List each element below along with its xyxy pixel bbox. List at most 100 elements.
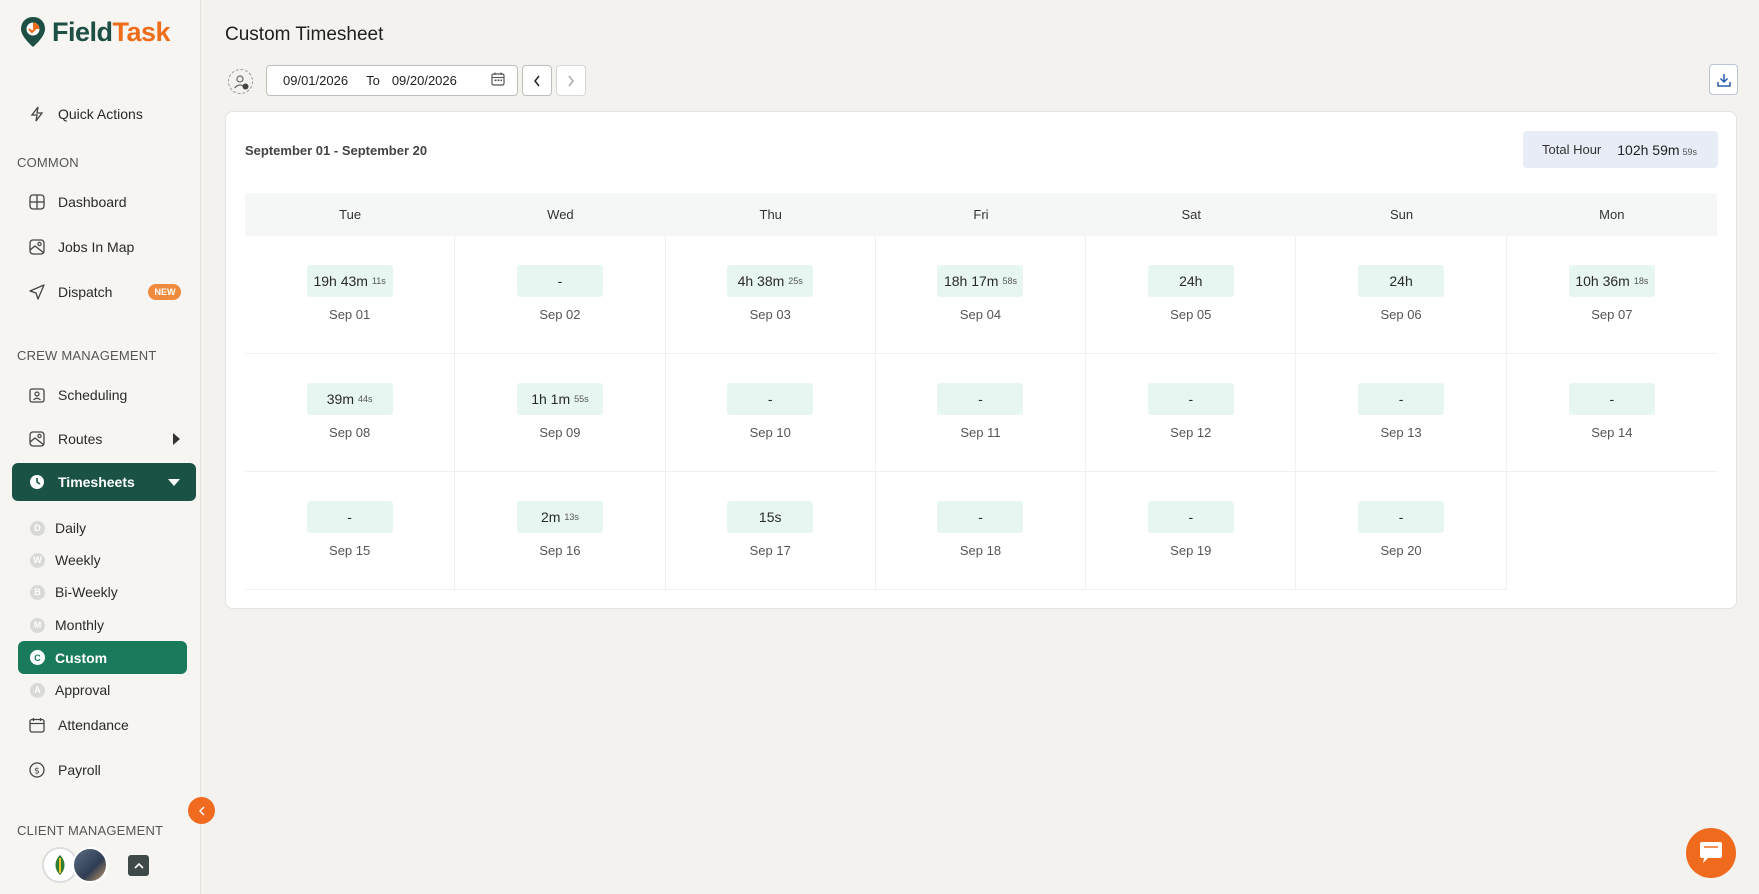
day-cell: 1h 1m 55s Sep 09 (455, 354, 666, 472)
sidebar-subitem-bi-weekly[interactable]: B Bi-Weekly (18, 577, 187, 607)
day-hours-pill[interactable]: 1h 1m 55s (516, 383, 603, 415)
day-date-label: Sep 06 (1380, 307, 1422, 322)
day-hours-value: - (1398, 509, 1404, 525)
user-avatar[interactable] (72, 847, 108, 883)
section-crew-management: CREW MANAGEMENT (17, 348, 157, 363)
day-hours-pill[interactable]: - (1568, 383, 1655, 415)
letter-a-icon: A (30, 682, 45, 698)
day-cell: 2m 13s Sep 16 (455, 472, 666, 590)
day-hours-seconds: 58s (1002, 276, 1017, 286)
user-filter-button[interactable] (228, 69, 253, 94)
day-cell: - Sep 10 (665, 354, 876, 472)
clock-icon (28, 473, 46, 491)
day-cell: - Sep 20 (1296, 472, 1507, 590)
sidebar-subitem-daily[interactable]: D Daily (18, 513, 187, 543)
day-hours-pill[interactable]: - (1358, 383, 1445, 415)
day-date-label: Sep 20 (1380, 543, 1422, 558)
sidebar-item-label: Payroll (58, 762, 101, 778)
sidebar-item-dispatch[interactable]: Dispatch NEW (12, 274, 196, 310)
letter-c-icon: C (30, 650, 45, 665)
day-hours-value: - (347, 509, 352, 525)
day-hours-seconds: 55s (574, 394, 589, 404)
day-hours-value: 4h 38m (737, 273, 785, 289)
day-hours-pill[interactable]: - (937, 383, 1024, 415)
dollar-icon: $ (28, 761, 46, 779)
calendar-icon[interactable] (491, 72, 505, 89)
day-cell: - Sep 18 (875, 472, 1087, 590)
date-range-label: September 01 - September 20 (245, 143, 428, 158)
send-icon (28, 283, 46, 301)
day-hours-pill[interactable]: 10h 36m 18s (1568, 265, 1655, 297)
sidebar-item-routes[interactable]: Routes (12, 421, 196, 457)
brand-name: FieldTask (52, 16, 171, 47)
map-icon (28, 238, 46, 256)
day-hours-pill[interactable]: - (727, 383, 814, 415)
day-hours-value: - (978, 509, 983, 525)
date-range-picker[interactable]: 09/01/2026 To 09/20/2026 (266, 65, 518, 96)
weekday-header-cell: Fri (973, 207, 989, 222)
day-hours-pill[interactable]: 4h 38m 25s (727, 265, 814, 297)
sidebar-item-label: Weekly (55, 552, 101, 568)
day-hours-pill[interactable]: - (1147, 501, 1234, 533)
from-date[interactable]: 09/01/2026 (283, 73, 348, 88)
previous-period-button[interactable] (522, 65, 552, 96)
day-hours-pill[interactable]: - (516, 265, 603, 297)
day-hours-value: - (767, 391, 773, 407)
sidebar-footer (0, 840, 201, 894)
day-hours-pill[interactable]: 24h (1358, 265, 1445, 297)
weekday-header-cell: Sun (1389, 207, 1414, 222)
sidebar-subitem-custom[interactable]: C Custom (18, 641, 187, 674)
day-hours-pill[interactable]: 2m 13s (516, 501, 603, 533)
sidebar-item-dashboard[interactable]: Dashboard (12, 184, 196, 220)
new-badge: NEW (148, 284, 182, 300)
section-common: COMMON (17, 155, 79, 170)
day-cell: 18h 17m 58s Sep 04 (875, 236, 1087, 354)
day-date-label: Sep 04 (959, 307, 1002, 322)
sidebar-subitem-approval[interactable]: A Approval (18, 675, 187, 705)
sidebar-item-timesheets[interactable]: Timesheets (12, 463, 196, 501)
day-hours-pill[interactable]: 39m 44s (306, 383, 393, 415)
to-date[interactable]: 09/20/2026 (392, 73, 457, 88)
sidebar-item-quick-actions[interactable]: Quick Actions (12, 96, 196, 132)
day-cell: - Sep 14 (1506, 354, 1717, 472)
app-logo[interactable]: FieldTask (20, 14, 171, 50)
day-hours-value: - (557, 273, 563, 289)
letter-m-icon: M (30, 617, 45, 633)
sidebar-item-label: Timesheets (58, 474, 135, 490)
day-hours-pill[interactable]: 19h 43m 11s (306, 265, 393, 297)
page-title: Custom Timesheet (225, 24, 384, 45)
sidebar-subitem-monthly[interactable]: M Monthly (18, 610, 187, 640)
day-hours-pill[interactable]: - (306, 501, 393, 533)
expand-up-button[interactable] (128, 855, 149, 876)
day-cell: 10h 36m 18s Sep 07 (1506, 236, 1717, 354)
letter-d-icon: D (30, 520, 45, 536)
schedule-icon (28, 386, 46, 404)
sidebar-item-jobs-in-map[interactable]: Jobs In Map (12, 229, 196, 265)
day-hours-seconds: 18s (1633, 276, 1649, 286)
day-hours-value: - (1188, 391, 1194, 407)
calendar-body: 19h 43m 11s Sep 01 - Sep 02 4h 38m 25s Sep 03 18… (245, 236, 1717, 590)
day-hours-pill[interactable]: - (1358, 501, 1445, 533)
day-cell: - Sep 12 (1086, 354, 1297, 472)
day-cell: 24h Sep 06 (1296, 236, 1507, 354)
sidebar-subitem-weekly[interactable]: W Weekly (18, 545, 187, 575)
collapse-sidebar-button[interactable] (188, 797, 215, 824)
day-date-label: Sep 16 (539, 543, 581, 558)
sidebar-item-attendance[interactable]: Attendance (12, 707, 196, 743)
day-hours-pill[interactable]: - (937, 501, 1024, 533)
day-cell: - Sep 13 (1296, 354, 1507, 472)
download-button[interactable] (1709, 64, 1738, 95)
day-hours-pill[interactable]: - (1147, 383, 1234, 415)
caret-right-icon (173, 433, 180, 445)
day-cell: - Sep 11 (875, 354, 1087, 472)
day-hours-seconds: 25s (788, 276, 803, 286)
day-hours-pill[interactable]: 24h (1147, 265, 1234, 297)
download-icon (1716, 73, 1731, 87)
chat-support-button[interactable] (1686, 828, 1736, 878)
lightning-icon (28, 105, 46, 123)
day-hours-pill[interactable]: 15s (727, 501, 814, 533)
sidebar-item-scheduling[interactable]: Scheduling (12, 377, 196, 413)
next-period-button[interactable] (556, 65, 586, 96)
sidebar-item-payroll[interactable]: $ Payroll (12, 752, 196, 788)
day-hours-pill[interactable]: 18h 17m 58s (937, 265, 1024, 297)
